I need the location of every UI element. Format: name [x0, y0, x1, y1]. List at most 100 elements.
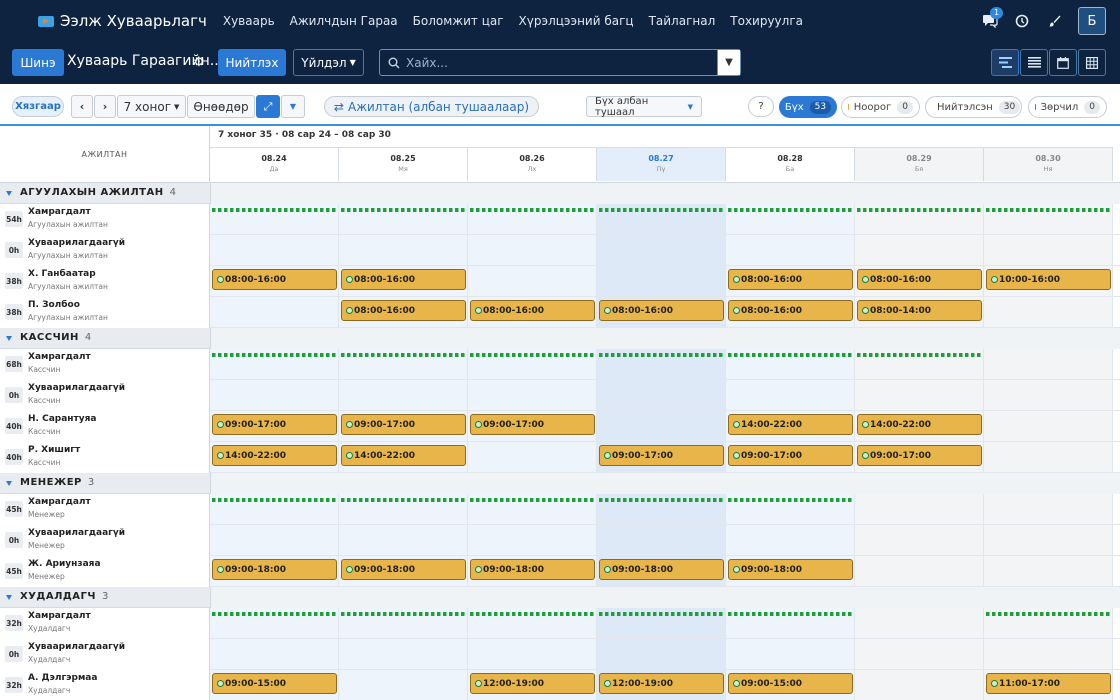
shift-block[interactable]: 09:00-17:00	[470, 414, 595, 435]
employee-info[interactable]: 45h Хамрагдалт Менежер	[0, 494, 210, 525]
day-cell[interactable]	[984, 411, 1113, 441]
shift-block[interactable]: 14:00-22:00	[857, 414, 982, 435]
day-cell[interactable]	[726, 639, 855, 669]
day-cell[interactable]	[726, 525, 855, 555]
employee-info[interactable]: 68h Хамрагдалт Кассчин	[0, 349, 210, 380]
day-header[interactable]: 08.25 Мя	[339, 147, 468, 181]
day-cell[interactable]	[855, 525, 984, 555]
day-cell[interactable]	[210, 380, 339, 410]
group-by-selector[interactable]: ⇄ Ажилтан (албан тушаалаар)	[324, 96, 539, 117]
day-cell[interactable]	[984, 494, 1113, 524]
employee-info[interactable]: 32h А. Дэлгэрмаа Худалдагч	[0, 670, 210, 700]
group-header-0[interactable]: АГУУЛАХЫН АЖИЛТАН 4	[0, 183, 1120, 204]
nav-item[interactable]: Боломжит цаг	[413, 14, 504, 28]
day-header[interactable]: 08.26 Лх	[468, 147, 597, 181]
shift-block[interactable]: 09:00-18:00	[599, 559, 724, 580]
day-cell[interactable]	[597, 411, 726, 441]
shift-block[interactable]: 09:00-18:00	[341, 559, 466, 580]
shift-block[interactable]: 09:00-15:00	[728, 673, 853, 694]
today-button[interactable]: Өнөөдөр	[187, 95, 255, 118]
status-filter-0[interactable]: Бүх 53	[779, 96, 837, 118]
shift-block[interactable]: 14:00-22:00	[341, 445, 466, 466]
shift-block[interactable]: 08:00-14:00	[857, 300, 982, 321]
nav-item[interactable]: Хуваарь	[223, 14, 275, 28]
search-input[interactable]: Хайх...	[406, 56, 448, 70]
employee-info[interactable]: 54h Хамрагдалт Агуулахын ажилтан	[0, 204, 210, 235]
day-cell[interactable]	[468, 380, 597, 410]
view-calendar-button[interactable]	[1049, 49, 1077, 76]
day-cell[interactable]	[339, 639, 468, 669]
more-options-button[interactable]: ▼	[281, 95, 305, 118]
shift-block[interactable]: 10:00-16:00	[986, 269, 1111, 290]
period-select[interactable]: 7 хоног ▼	[117, 95, 186, 118]
employee-info[interactable]: 0h Хуваарилагдаагүй Агуулахын ажилтан	[0, 235, 210, 266]
day-cell[interactable]	[726, 380, 855, 410]
day-header[interactable]: 08.29 Бя	[855, 147, 984, 181]
search-options-button[interactable]: ▼	[717, 50, 740, 75]
shift-block[interactable]: 12:00-19:00	[599, 673, 724, 694]
day-cell[interactable]	[468, 442, 597, 472]
shift-block[interactable]: 11:00-17:00	[986, 673, 1111, 694]
view-timeline-button[interactable]	[991, 49, 1019, 76]
employee-info[interactable]: 40h Р. Хишигт Кассчин	[0, 442, 210, 473]
employee-info[interactable]: 40h Н. Сарантуяа Кассчин	[0, 411, 210, 442]
view-list-button[interactable]	[1020, 49, 1048, 76]
actions-dropdown[interactable]: Үйлдэл ▼	[293, 49, 364, 76]
day-cell[interactable]	[597, 380, 726, 410]
gear-icon[interactable]: ⚙	[193, 55, 205, 70]
group-header-3[interactable]: ХУДАЛДАГЧ 3	[0, 587, 1120, 608]
next-week-button[interactable]: ›	[94, 95, 116, 118]
day-cell[interactable]	[339, 235, 468, 265]
shift-block[interactable]: 08:00-16:00	[599, 300, 724, 321]
group-header-2[interactable]: МЕНЕЖЕР 3	[0, 473, 1120, 494]
day-cell[interactable]	[210, 525, 339, 555]
new-button[interactable]: Шинэ	[12, 49, 64, 76]
nav-item[interactable]: Тайлагнал	[649, 14, 716, 28]
day-cell[interactable]	[468, 525, 597, 555]
day-cell[interactable]	[855, 639, 984, 669]
status-filter-3[interactable]: Зөрчил 0	[1028, 96, 1107, 118]
app-brand[interactable]: Ээлж Хуваарьлагч	[38, 12, 207, 30]
day-cell[interactable]	[210, 297, 339, 327]
day-cell[interactable]	[855, 556, 984, 586]
day-cell[interactable]	[468, 235, 597, 265]
shift-block[interactable]: 09:00-17:00	[212, 414, 337, 435]
day-cell[interactable]	[984, 235, 1113, 265]
shift-block[interactable]: 08:00-16:00	[341, 269, 466, 290]
day-cell[interactable]	[726, 235, 855, 265]
employee-info[interactable]: 38h П. Золбоо Агуулахын ажилтан	[0, 297, 210, 328]
group-header-1[interactable]: КАССЧИН 4	[0, 328, 1120, 349]
shift-block[interactable]: 08:00-16:00	[857, 269, 982, 290]
day-cell[interactable]	[855, 608, 984, 638]
day-header[interactable]: 08.24 Да	[210, 147, 339, 181]
shift-block[interactable]: 09:00-18:00	[212, 559, 337, 580]
employee-info[interactable]: 32h Хамрагдалт Худалдагч	[0, 608, 210, 639]
employee-info[interactable]: 45h Ж. Ариунзаяа Менежер	[0, 556, 210, 587]
nav-item[interactable]: Ажилчдын Гараа	[290, 14, 398, 28]
day-cell[interactable]	[984, 639, 1113, 669]
shift-block[interactable]: 08:00-16:00	[341, 300, 466, 321]
shift-block[interactable]: 09:00-18:00	[728, 559, 853, 580]
day-cell[interactable]	[339, 380, 468, 410]
day-cell[interactable]	[468, 266, 597, 296]
status-filter-1[interactable]: Ноорог 0	[841, 96, 920, 118]
day-cell[interactable]	[597, 235, 726, 265]
publish-button[interactable]: Нийтлэх	[218, 49, 286, 76]
day-cell[interactable]	[339, 670, 468, 700]
shift-block[interactable]: 14:00-22:00	[728, 414, 853, 435]
day-cell[interactable]	[984, 525, 1113, 555]
day-cell[interactable]	[984, 380, 1113, 410]
shift-block[interactable]: 09:00-15:00	[212, 673, 337, 694]
nav-item[interactable]: Тохируулга	[730, 14, 803, 28]
day-cell[interactable]	[984, 442, 1113, 472]
day-header[interactable]: 08.30 Ня	[984, 147, 1113, 181]
shift-block[interactable]: 08:00-16:00	[470, 300, 595, 321]
day-cell[interactable]	[597, 639, 726, 669]
day-cell[interactable]	[597, 266, 726, 296]
day-cell[interactable]	[339, 525, 468, 555]
shift-block[interactable]: 09:00-17:00	[728, 445, 853, 466]
day-cell[interactable]	[984, 556, 1113, 586]
shift-block[interactable]: 08:00-16:00	[728, 269, 853, 290]
prev-week-button[interactable]: ‹	[71, 95, 93, 118]
day-cell[interactable]	[468, 639, 597, 669]
